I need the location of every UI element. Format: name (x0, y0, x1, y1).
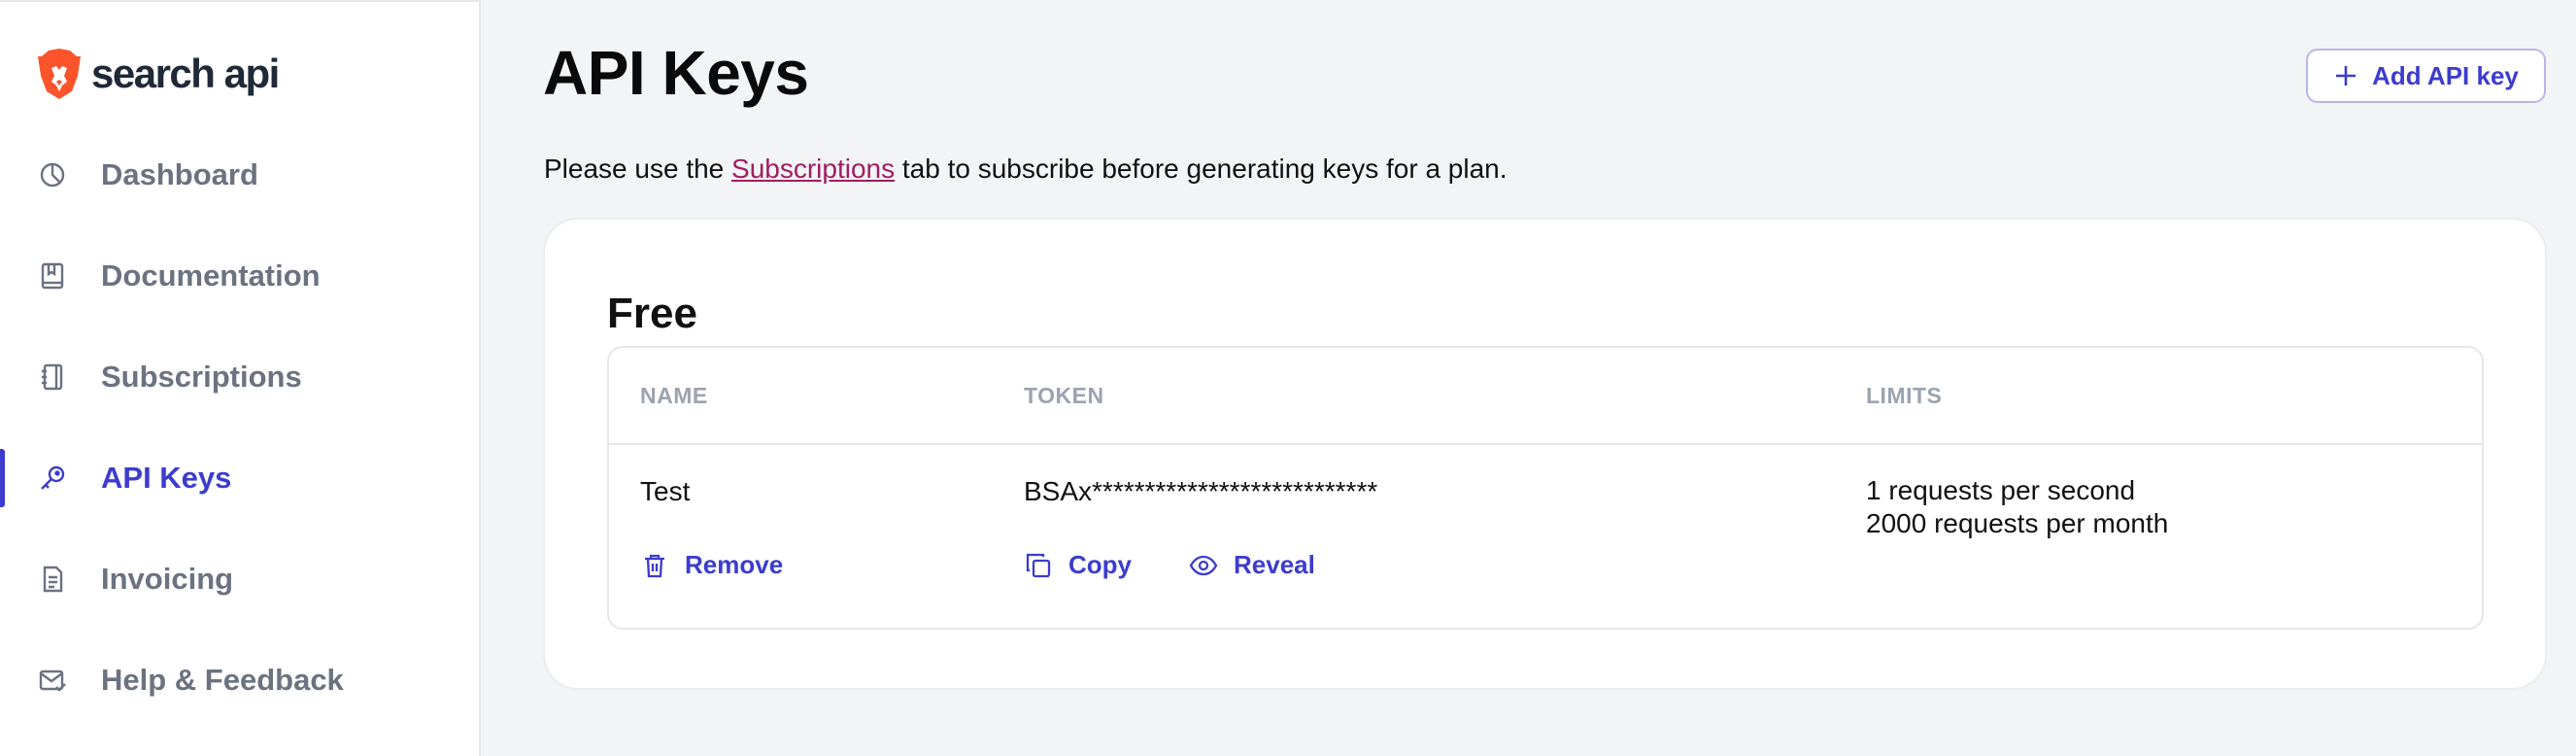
sidebar-item-dashboard[interactable]: Dashboard (0, 124, 481, 225)
copy-button[interactable]: Copy (1024, 550, 1132, 580)
plan-card: Free NAME TOKEN LIMITS Test Remove BSAx*… (543, 218, 2547, 690)
column-header-token: TOKEN (1024, 383, 1104, 408)
sidebar-item-label: Subscriptions (101, 360, 302, 394)
token-value: BSAx*************************** (1024, 476, 1378, 506)
remove-label: Remove (685, 550, 784, 579)
lion-logo-icon (38, 49, 81, 99)
brand-name: search api (91, 51, 280, 96)
subscription-notice: Please use the Subscriptions tab to subs… (544, 154, 1508, 185)
limit-per-month: 2000 requests per month (1866, 508, 2169, 538)
api-keys-table: NAME TOKEN LIMITS Test Remove BSAx******… (607, 346, 2484, 630)
sidebar-item-label: Help & Feedback (101, 663, 344, 697)
table-header: NAME TOKEN LIMITS (609, 348, 2482, 445)
sidebar-item-label: Invoicing (101, 562, 234, 596)
reveal-label: Reveal (1234, 550, 1315, 579)
remove-button[interactable]: Remove (640, 550, 783, 580)
key-name: Test (640, 476, 691, 506)
trash-icon (645, 554, 664, 577)
add-api-key-button[interactable]: Add API key (2306, 49, 2546, 103)
book-icon (35, 258, 70, 293)
sidebar-item-help-feedback[interactable]: Help & Feedback (0, 630, 481, 731)
sidebar-nav: Dashboard Documentation Subscriptions AP… (0, 124, 481, 731)
notebook-icon (35, 360, 70, 395)
limit-per-second: 1 requests per second (1866, 475, 2136, 505)
key-icon (35, 461, 70, 496)
sidebar-item-invoicing[interactable]: Invoicing (0, 529, 481, 630)
notice-text-after: tab to subscribe before generating keys … (895, 154, 1508, 184)
reveal-button[interactable]: Reveal (1189, 550, 1315, 580)
column-header-limits: LIMITS (1866, 383, 1943, 408)
eye-icon (1189, 555, 1218, 575)
sidebar-item-label: Documentation (101, 258, 321, 292)
brand-logo[interactable]: search api (35, 45, 280, 103)
sidebar-item-label: API Keys (101, 461, 232, 495)
add-api-key-label: Add API key (2372, 60, 2519, 90)
page-title: API Keys (543, 38, 809, 108)
sidebar-item-api-keys[interactable]: API Keys (0, 428, 481, 529)
plan-title: Free (607, 290, 697, 337)
subscriptions-link[interactable]: Subscriptions (731, 154, 895, 184)
sidebar-item-subscriptions[interactable]: Subscriptions (0, 326, 481, 428)
notice-text-before: Please use the (544, 154, 732, 184)
limits-cell: 1 requests per second 2000 requests per … (1866, 474, 2168, 540)
column-header-name: NAME (640, 383, 708, 408)
sidebar-item-documentation[interactable]: Documentation (0, 225, 481, 326)
copy-label: Copy (1068, 550, 1132, 579)
copy-icon (1026, 553, 1051, 577)
mail-icon (35, 663, 70, 698)
plus-icon (2336, 66, 2356, 86)
pie-chart-icon (35, 157, 70, 192)
sidebar-item-label: Dashboard (101, 157, 258, 191)
sidebar: search api Dashboard Documentation Subsc… (0, 0, 481, 756)
invoice-icon (35, 562, 70, 597)
